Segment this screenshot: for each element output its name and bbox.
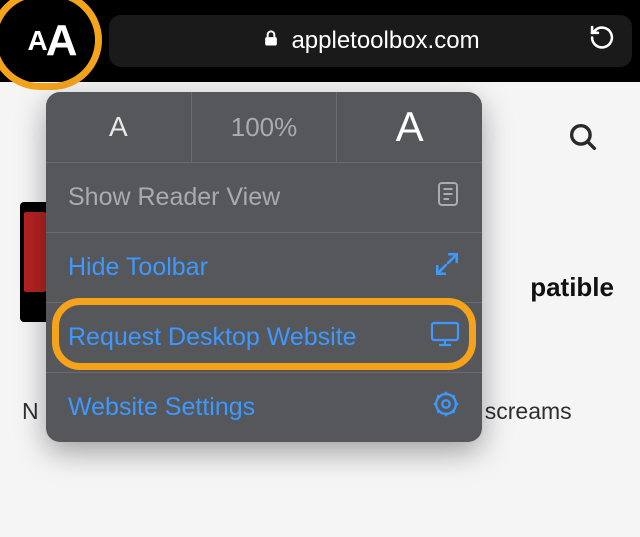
zoom-percent-label: 100% [231, 112, 298, 143]
menu-item-request-desktop[interactable]: Request Desktop Website [46, 302, 482, 372]
zoom-out-button[interactable]: A [46, 92, 192, 162]
aa-popover-menu: A 100% A Show Reader View Hide Toolbar R… [46, 92, 482, 442]
article-title-fragment: patible [530, 272, 614, 303]
aa-large-glyph: A [46, 19, 78, 63]
search-icon[interactable] [566, 120, 600, 159]
zoom-percent-button[interactable]: 100% [192, 92, 338, 162]
reader-icon [436, 180, 460, 215]
request-desktop-label: Request Desktop Website [68, 323, 357, 352]
desktop-icon [430, 321, 460, 354]
aa-small-glyph: A [27, 27, 47, 55]
zoom-out-label: A [109, 111, 128, 143]
address-bar[interactable]: appletoolbox.com [109, 15, 632, 67]
hide-toolbar-label: Hide Toolbar [68, 253, 208, 282]
menu-item-hide-toolbar[interactable]: Hide Toolbar [46, 232, 482, 302]
gear-icon [432, 390, 460, 425]
safari-top-bar: A A appletoolbox.com [0, 0, 640, 82]
zoom-in-label: A [396, 103, 424, 151]
address-bar-domain: appletoolbox.com [291, 27, 479, 55]
reload-icon[interactable] [588, 24, 616, 59]
menu-item-reader-view[interactable]: Show Reader View [46, 162, 482, 232]
reader-view-label: Show Reader View [68, 183, 280, 212]
website-settings-label: Website Settings [68, 393, 255, 422]
text-size-aa-button[interactable]: A A [0, 0, 105, 82]
expand-icon [434, 251, 460, 284]
menu-item-website-settings[interactable]: Website Settings [46, 372, 482, 442]
zoom-in-button[interactable]: A [337, 92, 482, 162]
lock-icon [261, 27, 281, 56]
zoom-row: A 100% A [46, 92, 482, 162]
